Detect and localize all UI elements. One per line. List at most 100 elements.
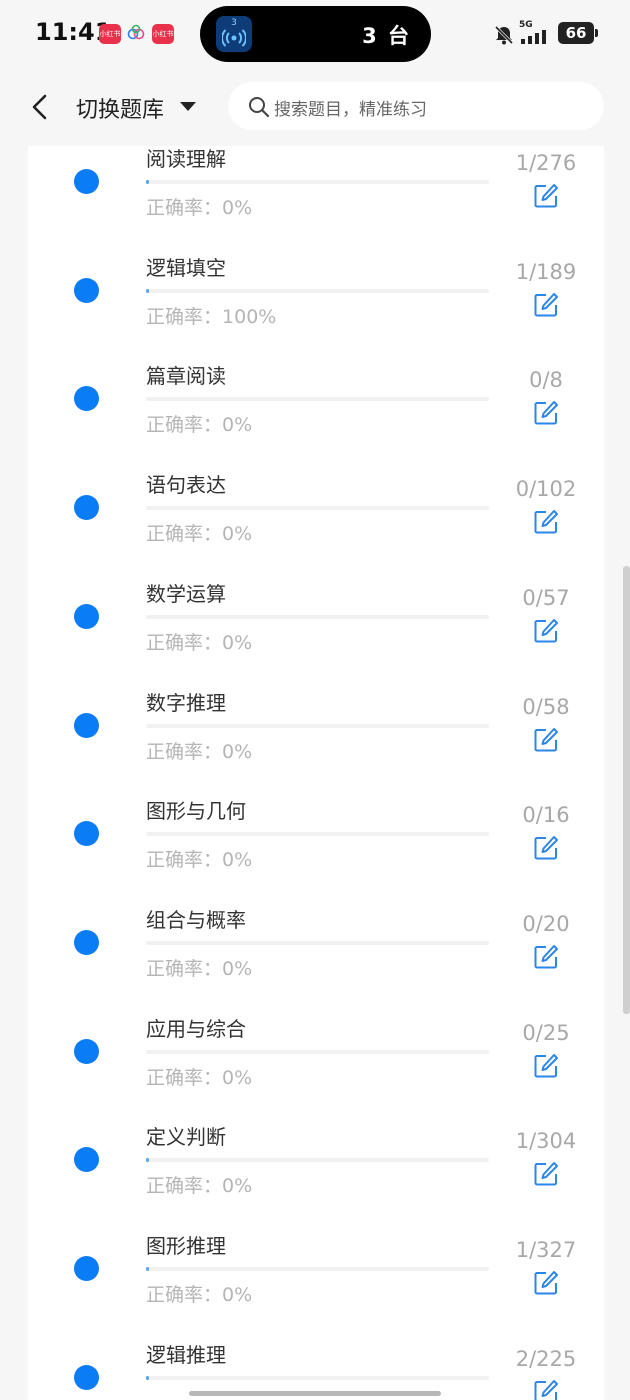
accuracy-text: 正确率：0%	[146, 954, 252, 981]
progress-fill	[146, 1267, 149, 1271]
progress-count: 2/225	[515, 1346, 577, 1371]
progress-count: 1/189	[515, 259, 577, 284]
accuracy-value: 100%	[222, 305, 277, 328]
progress-count: 0/8	[529, 368, 563, 393]
category-row[interactable]: 语句表达 正确率：0% 0/102	[28, 461, 604, 570]
scrollbar[interactable]	[623, 566, 630, 1014]
category-row[interactable]: 逻辑填空正确率：100% 1/189	[28, 244, 604, 353]
progress-count: 0/20	[522, 911, 570, 936]
accuracy-label: 正确率：	[146, 414, 223, 437]
category-row[interactable]: 阅读理解 正确率：0% 1/276	[28, 146, 604, 244]
accuracy-label: 正确率：	[146, 1066, 223, 1089]
progress-bar	[146, 940, 489, 945]
category-row[interactable]: 组合与概率 正确率：0% 0/20	[28, 896, 604, 1005]
edit-icon[interactable]	[533, 292, 559, 322]
edit-icon[interactable]	[533, 183, 559, 213]
accuracy-text: 正确率：0%	[146, 193, 252, 220]
question-bank-switcher[interactable]: 切换题库	[76, 92, 164, 124]
signal-icon	[521, 30, 546, 44]
category-row[interactable]: 图形与几何正确率：0% 0/16	[28, 787, 604, 896]
back-button[interactable]	[26, 90, 56, 124]
progress-fill	[146, 288, 149, 293]
accuracy-text: 正确率：0%	[146, 1280, 252, 1307]
edit-icon[interactable]	[533, 400, 559, 430]
island-text: 3 台	[362, 24, 411, 48]
accuracy-value: 0%	[222, 740, 253, 763]
progress-count: 0/102	[515, 477, 577, 502]
status-dot	[74, 495, 99, 521]
accuracy-label: 正确率：	[146, 849, 223, 872]
progress-count: 0/57	[522, 585, 570, 610]
accuracy-value: 0%	[222, 849, 253, 872]
app-notification-icon: 小红书	[152, 24, 174, 44]
status-dot	[74, 1364, 99, 1390]
category-row[interactable]: 应用与综合 正确率：0% 0/25	[28, 1005, 604, 1114]
status-dot	[74, 603, 99, 629]
dynamic-island[interactable]: 3 3 台	[200, 6, 431, 62]
progress-count: 0/16	[522, 803, 570, 828]
accuracy-value: 0%	[222, 1175, 253, 1198]
category-row[interactable]: 定义判断 正确率：0% 1/304	[28, 1113, 604, 1222]
search-input[interactable]: 搜索题目，精准练习	[228, 82, 604, 130]
edit-icon[interactable]	[533, 618, 559, 648]
status-dot	[74, 277, 99, 303]
header: 切换题库 搜索题目，精准练习	[0, 72, 630, 142]
network-label: 5G	[519, 20, 533, 30]
accuracy-label: 正确率：	[146, 740, 223, 763]
progress-bar	[146, 288, 489, 293]
edit-icon[interactable]	[533, 727, 559, 757]
status-dot	[74, 821, 99, 847]
category-row[interactable]: 数字推理正确率：0% 0/58	[28, 679, 604, 788]
edit-icon[interactable]	[533, 1161, 559, 1191]
status-dot	[74, 1038, 99, 1064]
progress-bar	[146, 1158, 489, 1163]
accuracy-text: 正确率：0%	[146, 628, 252, 655]
edit-icon[interactable]	[533, 509, 559, 539]
search-icon	[249, 97, 270, 118]
status-dot	[74, 386, 99, 412]
category-row[interactable]: 逻辑推理正确率：2/225	[28, 1331, 604, 1400]
status-dot	[74, 929, 99, 955]
accuracy-text: 正确率：0%	[146, 737, 252, 764]
category-row[interactable]: 图形推理正确率：0% 1/327	[28, 1222, 604, 1331]
edit-icon[interactable]	[533, 1379, 559, 1400]
category-name: 语句表达	[146, 473, 226, 498]
accuracy-text: 正确率：0%	[146, 1063, 252, 1090]
home-indicator[interactable]	[189, 1391, 441, 1396]
cloud-notification-icon	[127, 24, 145, 40]
accuracy-label: 正确率：	[146, 631, 223, 654]
accuracy-value: 0%	[222, 523, 253, 546]
category-name: 图形推理	[146, 1234, 226, 1258]
accuracy-value: 0%	[222, 197, 253, 219]
progress-bar	[146, 180, 489, 184]
status-dot	[74, 1147, 99, 1173]
accuracy-label: 正确率：	[146, 1175, 223, 1198]
progress-fill	[146, 1375, 150, 1380]
accuracy-label: 正确率：	[146, 957, 223, 980]
edit-icon[interactable]	[533, 835, 559, 865]
edit-icon[interactable]	[533, 1270, 559, 1300]
accuracy-label: 正确率：	[146, 305, 223, 328]
category-name: 逻辑填空	[146, 255, 226, 280]
progress-count: 0/58	[522, 694, 570, 719]
category-name: 数学运算	[146, 581, 226, 606]
accuracy-value: 0%	[222, 414, 253, 437]
accuracy-value: 0%	[222, 1066, 253, 1089]
accuracy-text: 正确率：0%	[146, 1171, 252, 1198]
category-name: 图形与几何	[146, 799, 246, 824]
accuracy-text: 正确率：0%	[146, 410, 252, 437]
app-notification-icon: 小红书	[99, 24, 121, 44]
category-row[interactable]: 篇章阅读 正确率：0% 0/8	[28, 352, 604, 461]
accuracy-text: 正确率：100%	[146, 302, 276, 329]
progress-count: 1/276	[515, 151, 577, 175]
edit-icon[interactable]	[533, 1053, 559, 1083]
category-row[interactable]: 数学运算正确率：0% 0/57	[28, 570, 604, 679]
caret-down-icon[interactable]	[180, 102, 196, 112]
progress-count: 1/327	[515, 1238, 577, 1262]
category-name: 逻辑推理	[146, 1342, 226, 1367]
category-name: 数字推理	[146, 690, 226, 715]
accuracy-label: 正确率：	[146, 1284, 223, 1306]
progress-count: 1/304	[515, 1129, 577, 1154]
edit-icon[interactable]	[533, 944, 559, 974]
bell-off-icon	[494, 25, 514, 45]
